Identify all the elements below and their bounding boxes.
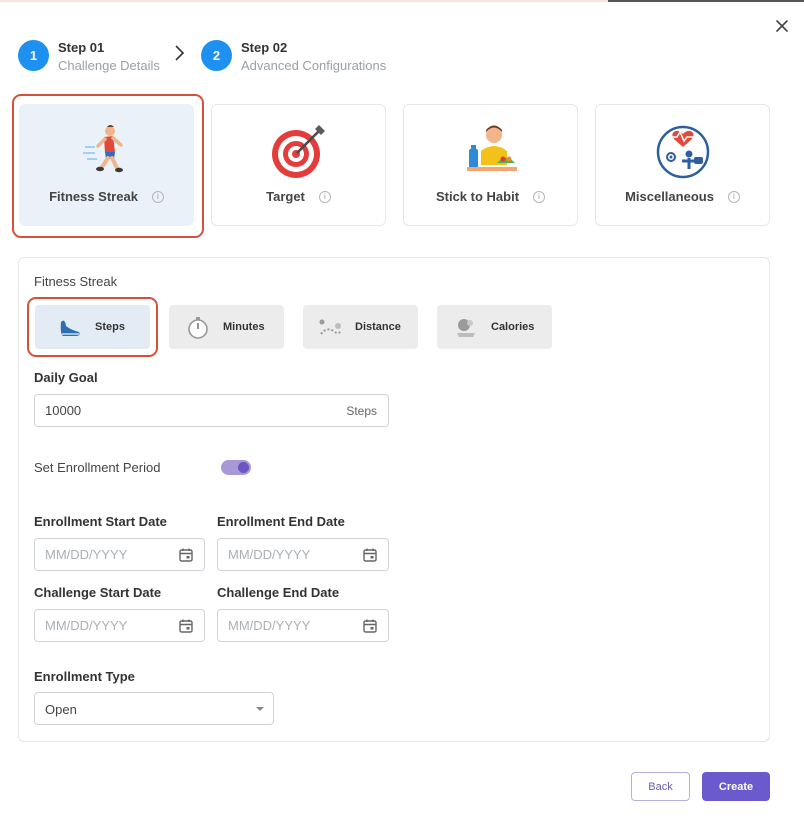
category-label: Target xyxy=(266,189,305,204)
category-stick-to-habit[interactable]: Stick to Habit i xyxy=(403,104,578,226)
enrollment-type-value: Open xyxy=(45,702,77,717)
stopwatch-icon xyxy=(188,317,208,339)
toggle-knob xyxy=(238,462,249,473)
challenge-start-label: Challenge Start Date xyxy=(34,585,162,600)
metric-label: Distance xyxy=(355,321,401,333)
category-miscellaneous[interactable]: Miscellaneous i xyxy=(595,104,770,226)
enrollment-start-label: Enrollment Start Date xyxy=(34,514,167,529)
target-icon xyxy=(271,125,325,178)
enrollment-end-label: Enrollment End Date xyxy=(217,514,345,529)
calories-icon xyxy=(457,319,475,337)
metric-steps-button[interactable]: Steps xyxy=(35,305,150,349)
back-button[interactable]: Back xyxy=(631,772,690,801)
challenge-end-label: Challenge End Date xyxy=(217,585,340,600)
calendar-icon[interactable] xyxy=(362,547,378,563)
calendar-icon[interactable] xyxy=(178,547,194,563)
step-2-title[interactable]: Step 02 xyxy=(241,40,287,55)
category-target[interactable]: Target i xyxy=(211,104,386,226)
enrollment-end-field[interactable] xyxy=(217,538,389,571)
info-icon[interactable]: i xyxy=(533,190,546,203)
enrollment-start-field[interactable] xyxy=(34,538,205,571)
close-icon xyxy=(776,20,788,32)
calendar-icon[interactable] xyxy=(362,618,378,634)
metric-minutes-button[interactable]: Minutes xyxy=(169,305,284,349)
section-title: Fitness Streak xyxy=(34,274,118,289)
category-label-wrap: Stick to Habit i xyxy=(404,189,577,204)
calendar-icon[interactable] xyxy=(178,618,194,634)
enrollment-type-select[interactable]: Open xyxy=(34,692,274,725)
step-1-subtitle: Challenge Details xyxy=(58,58,160,73)
daily-goal-label: Daily Goal xyxy=(34,370,98,385)
info-icon[interactable]: i xyxy=(727,190,740,203)
step-1-title[interactable]: Step 01 xyxy=(58,40,104,55)
daily-goal-unit: Steps xyxy=(346,404,377,418)
info-icon[interactable]: i xyxy=(151,190,164,203)
metric-distance-button[interactable]: Distance xyxy=(303,305,418,349)
category-label-wrap: Miscellaneous i xyxy=(596,189,769,204)
shoe-icon xyxy=(60,320,80,336)
challenge-start-field[interactable] xyxy=(34,609,205,642)
category-label-wrap: Fitness Streak i xyxy=(20,189,193,204)
category-label: Stick to Habit xyxy=(435,189,520,204)
category-label: Fitness Streak xyxy=(49,189,138,204)
enrollment-period-label: Set Enrollment Period xyxy=(34,460,161,475)
category-fitness-streak[interactable]: Fitness Streak i xyxy=(19,104,194,226)
habit-icon xyxy=(466,125,517,171)
metric-label: Minutes xyxy=(223,321,265,333)
top-border-accent xyxy=(608,0,804,2)
enrollment-type-label: Enrollment Type xyxy=(34,669,135,684)
daily-goal-field[interactable]: Steps xyxy=(34,394,389,427)
metric-calories-button[interactable]: Calories xyxy=(437,305,552,349)
step-1-number[interactable]: 1 xyxy=(18,40,49,71)
category-label-wrap: Target i xyxy=(212,189,385,204)
enrollment-period-toggle[interactable] xyxy=(221,460,251,475)
metric-label: Steps xyxy=(95,321,125,333)
step-2-subtitle: Advanced Configurations xyxy=(241,58,387,73)
info-icon[interactable]: i xyxy=(318,190,331,203)
daily-goal-input[interactable] xyxy=(35,395,388,426)
caret-down-icon xyxy=(256,707,264,711)
runner-icon xyxy=(82,125,123,173)
distance-icon xyxy=(319,319,342,335)
category-label: Miscellaneous xyxy=(625,189,714,204)
step-2-number[interactable]: 2 xyxy=(201,40,232,71)
misc-icon xyxy=(656,125,709,179)
create-button[interactable]: Create xyxy=(702,772,770,801)
chevron-right-icon xyxy=(175,45,185,61)
metric-label: Calories xyxy=(491,321,535,333)
challenge-end-field[interactable] xyxy=(217,609,389,642)
close-button[interactable] xyxy=(771,15,793,37)
